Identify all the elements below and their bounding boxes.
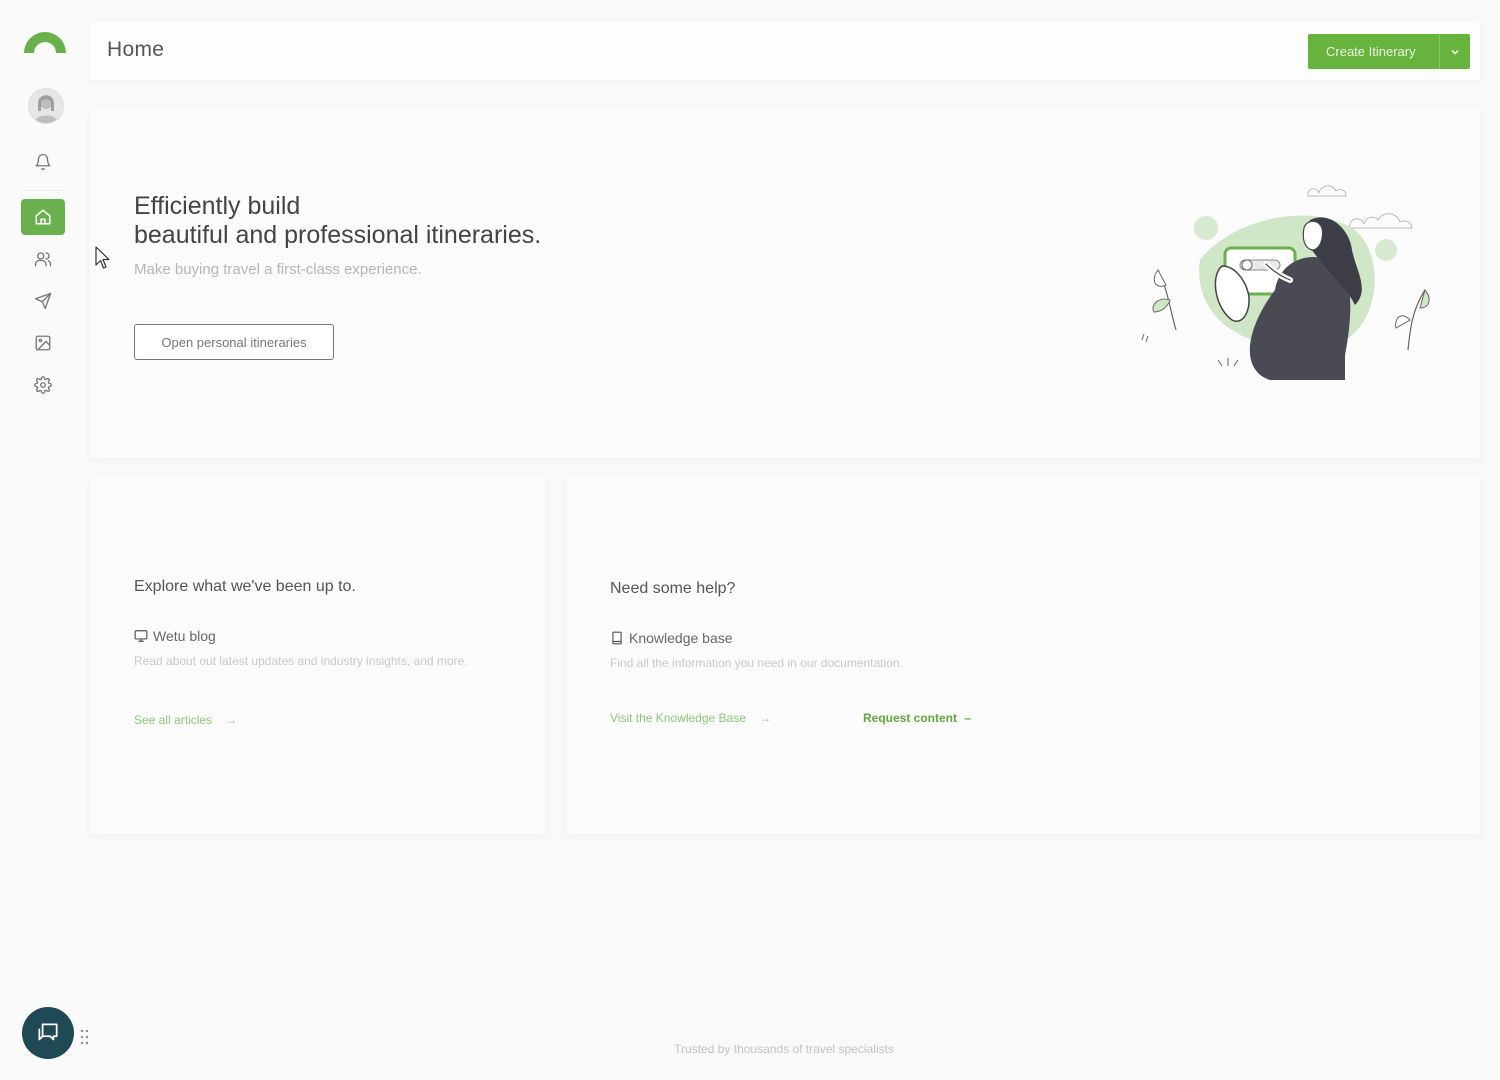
chat-icon [38, 1023, 58, 1041]
gear-icon [34, 376, 52, 394]
image-icon [35, 335, 51, 351]
sidebar-item-settings[interactable] [21, 367, 65, 403]
hero-section: Efficiently build beautiful and professi… [90, 108, 1480, 458]
home-icon [35, 209, 51, 225]
open-personal-itineraries-button[interactable]: Open personal itineraries [134, 324, 334, 360]
see-all-articles-link[interactable]: See all articles → [134, 713, 237, 727]
create-itinerary-button[interactable]: Create Itinerary [1308, 34, 1470, 69]
sidebar-item-media[interactable] [21, 325, 65, 361]
blog-item[interactable]: Wetu blog [134, 628, 216, 644]
create-itinerary-dropdown[interactable] [1439, 34, 1470, 69]
sidebar-divider [22, 190, 66, 191]
request-content-label: Request content [863, 711, 958, 725]
sidebar-item-contacts[interactable] [21, 241, 65, 277]
request-content-link[interactable]: Request content – [863, 711, 971, 725]
help-card: Need some help? Knowledge base Find all … [566, 476, 1480, 834]
book-icon [612, 631, 622, 645]
users-icon [34, 252, 52, 267]
blog-card-title: Explore what we've been up to. [134, 578, 356, 595]
page-title: Home [107, 38, 165, 61]
hero-title-line2: beautiful and professional itineraries. [134, 221, 542, 249]
bell-icon [35, 153, 51, 171]
knowledge-base-item[interactable]: Knowledge base [610, 630, 733, 646]
dash-arrow-icon: – [964, 711, 972, 725]
chat-launcher-button[interactable] [22, 1007, 74, 1059]
arrow-right-icon: → [225, 713, 238, 727]
knowledge-base-label: Knowledge base [629, 630, 733, 646]
visit-knowledge-base-label: Visit the Knowledge Base [610, 711, 746, 725]
sidebar-item-send[interactable] [21, 283, 65, 319]
blog-description: Read about out latest updates and indust… [134, 654, 468, 668]
avatar[interactable] [28, 88, 64, 124]
sidebar-item-home[interactable] [21, 199, 65, 235]
help-card-title: Need some help? [610, 580, 736, 597]
send-icon [34, 292, 52, 310]
chevron-down-icon [1451, 49, 1459, 55]
knowledge-base-description: Find all the information you need in our… [610, 656, 903, 670]
arrow-right-icon: → [759, 711, 772, 725]
create-itinerary-label: Create Itinerary [1326, 44, 1416, 59]
logo-icon[interactable] [22, 28, 68, 54]
top-header: Home Create Itinerary [90, 22, 1480, 80]
hero-subtitle: Make buying travel a first-class experie… [134, 261, 422, 278]
mouse-pointer-icon [95, 246, 110, 269]
visit-knowledge-base-link[interactable]: Visit the Knowledge Base → [610, 711, 771, 725]
sidebar [0, 0, 88, 1080]
hero-illustration [1141, 185, 1430, 380]
hero-title: Efficiently build beautiful and professi… [134, 192, 734, 250]
drag-handle-icon[interactable] [80, 1029, 90, 1045]
blog-card: Explore what we've been up to. Wetu blog… [90, 476, 546, 834]
user-avatar-icon [34, 95, 58, 123]
footer-text: Trusted by thousands of travel specialis… [674, 1042, 894, 1056]
monitor-icon [134, 630, 148, 642]
see-all-articles-label: See all articles [134, 713, 213, 727]
sidebar-item-notifications[interactable] [21, 144, 65, 180]
blog-item-label: Wetu blog [153, 628, 216, 644]
hero-title-line1: Efficiently build [134, 192, 301, 220]
